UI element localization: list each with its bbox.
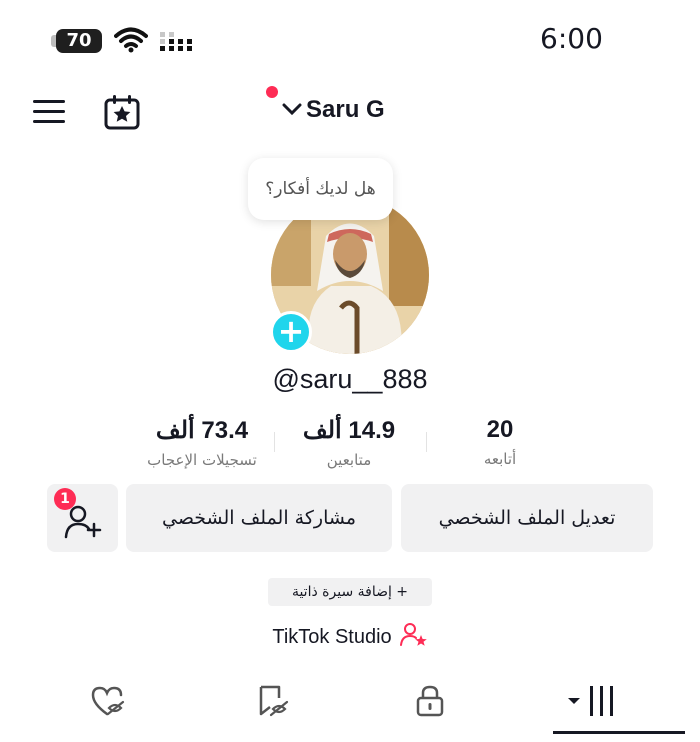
- share-profile-button[interactable]: مشاركة الملف الشخصي: [126, 484, 392, 552]
- tiktok-studio-link[interactable]: TikTok Studio: [0, 622, 700, 652]
- add-bio-button[interactable]: + إضافة سيرة ذاتية: [268, 578, 432, 606]
- friend-request-badge: 1: [54, 488, 76, 510]
- add-avatar-plus-icon[interactable]: +: [270, 311, 312, 353]
- menu-icon[interactable]: [32, 98, 66, 130]
- tab-videos[interactable]: [566, 684, 618, 722]
- grid-icon: [566, 686, 618, 722]
- followers-label: متابعين: [326, 451, 372, 469]
- likes-count: 73.4 ألف: [155, 417, 249, 444]
- heart-eye-off-icon: [90, 686, 126, 722]
- signal-icon: [158, 30, 198, 56]
- stat-followers[interactable]: 14.9 ألف متابعين: [264, 416, 434, 469]
- following-label: أتابعه: [483, 450, 517, 468]
- likes-label: تسجيلات الإعجاب: [147, 451, 257, 469]
- account-switcher[interactable]: Saru G: [282, 96, 385, 124]
- active-tab-indicator: [553, 731, 685, 734]
- chevron-down-icon: [282, 101, 302, 120]
- tab-private[interactable]: [414, 684, 446, 722]
- stat-likes[interactable]: 73.4 ألف تسجيلات الإعجاب: [117, 416, 287, 469]
- stat-following[interactable]: 20 أتابعه: [415, 416, 585, 468]
- tab-liked[interactable]: [90, 684, 126, 722]
- user-star-icon: [399, 622, 428, 652]
- ideas-bubble[interactable]: هل لديك أفكار؟: [248, 158, 393, 220]
- following-count: 20: [486, 416, 514, 443]
- edit-profile-button[interactable]: تعديل الملف الشخصي: [401, 484, 653, 552]
- username: @saru__888: [272, 364, 428, 394]
- add-user-icon: [64, 500, 102, 568]
- calendar-star-icon[interactable]: [103, 94, 141, 136]
- wifi-icon: [114, 27, 148, 57]
- tab-favorites[interactable]: [255, 684, 291, 722]
- account-name: Saru G: [306, 96, 385, 123]
- lock-icon: [414, 685, 446, 722]
- battery-indicator: 70: [56, 29, 102, 53]
- clock-time: 6:00: [540, 22, 603, 55]
- studio-label: TikTok Studio: [272, 625, 392, 648]
- followers-count: 14.9 ألف: [302, 417, 396, 444]
- notification-dot: [266, 86, 278, 98]
- bookmark-eye-off-icon: [255, 685, 291, 722]
